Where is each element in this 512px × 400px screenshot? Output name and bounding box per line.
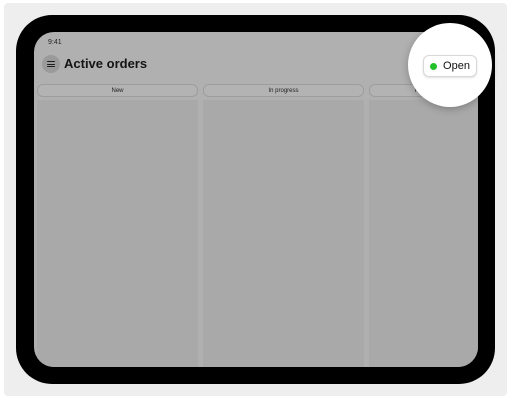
column-new: New bbox=[37, 84, 198, 367]
status-bar-time: 9:41 bbox=[48, 39, 62, 46]
column-in-progress: In progress bbox=[203, 84, 364, 367]
hamburger-menu-icon bbox=[47, 61, 55, 67]
column-header-new[interactable]: New bbox=[37, 84, 198, 97]
column-body-ready bbox=[369, 100, 478, 367]
store-status-button[interactable]: Open bbox=[423, 55, 477, 77]
column-header-in-progress[interactable]: In progress bbox=[203, 84, 364, 97]
column-ready: Ready bbox=[369, 84, 478, 367]
status-dot-icon bbox=[430, 62, 438, 70]
menu-button[interactable] bbox=[42, 55, 60, 73]
column-body-new bbox=[37, 100, 198, 367]
page-title: Active orders bbox=[64, 56, 148, 71]
column-body-in-progress bbox=[203, 100, 364, 367]
store-status-label: Open bbox=[443, 60, 470, 72]
order-columns: New In progress Ready bbox=[37, 84, 478, 367]
